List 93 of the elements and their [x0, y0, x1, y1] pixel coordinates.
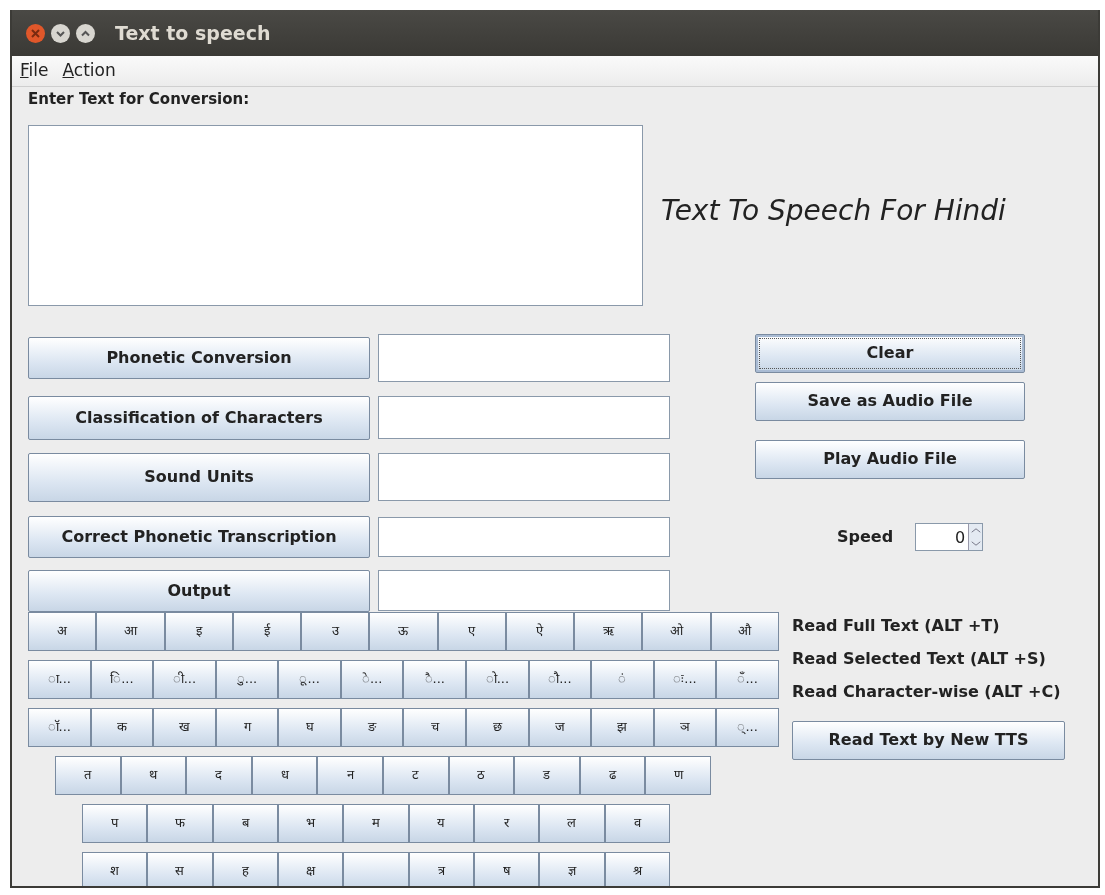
key-button[interactable]: स	[147, 851, 213, 886]
key-button[interactable]: श	[82, 851, 148, 886]
spinner-value: 0	[953, 526, 967, 549]
shortcut-label: Read Full Text (ALT +T)	[792, 614, 1001, 637]
key-button[interactable]: ऊ	[369, 611, 438, 651]
key-button[interactable]: भ	[278, 803, 344, 843]
key-button[interactable]: ◌े...	[340, 659, 404, 699]
output-field[interactable]	[378, 453, 670, 501]
output-field[interactable]	[378, 516, 670, 557]
key-button[interactable]: ◌ो...	[466, 659, 529, 699]
key-button[interactable]: ष	[473, 851, 540, 886]
key-button[interactable]: ञ	[653, 707, 717, 747]
key-button[interactable]: ह	[212, 851, 278, 886]
key-button[interactable]: ण	[645, 755, 711, 795]
output-field[interactable]	[378, 333, 670, 382]
key-button[interactable]: ज्ञ	[539, 851, 605, 886]
conversion-button[interactable]: Phonetic Conversion	[28, 336, 370, 379]
key-button[interactable]: ज	[528, 707, 592, 747]
key-button[interactable]: ◌ं	[591, 659, 654, 699]
key-button[interactable]: आ	[96, 611, 165, 651]
menu-item[interactable]: File	[20, 58, 49, 84]
key-button[interactable]: ग	[215, 707, 279, 747]
key-button[interactable]: श्र	[604, 851, 670, 886]
key-button[interactable]: झ	[591, 707, 654, 747]
speed-spinner[interactable]: 0	[915, 522, 984, 551]
key-button[interactable]: ख	[153, 707, 216, 747]
key-button[interactable]: ब	[212, 803, 278, 843]
speed-label: Speed	[837, 525, 894, 548]
key-button[interactable]: फ	[147, 803, 213, 843]
text-input[interactable]	[28, 124, 643, 306]
close-icon[interactable]	[26, 23, 45, 43]
key-button[interactable]: म	[343, 803, 409, 843]
key-button[interactable]: ड	[514, 755, 580, 795]
key-button[interactable]: ◌ु...	[215, 659, 279, 699]
key-button[interactable]: क	[90, 707, 154, 747]
key-button[interactable]: ◌ॉ...	[28, 707, 91, 747]
shortcut-label: Read Selected Text (ALT +S)	[792, 647, 1047, 670]
key-button[interactable]: न	[317, 755, 383, 795]
key-button[interactable]: औ	[710, 611, 779, 651]
key-button[interactable]: द	[186, 755, 252, 795]
menu-item[interactable]: Action	[62, 58, 116, 84]
window-title: Text to speech	[115, 20, 271, 46]
action-button[interactable]: Play Audio File	[755, 439, 1025, 479]
new-tts-button[interactable]: Read Text by New TTS	[792, 720, 1065, 760]
key-button[interactable]: घ	[278, 707, 341, 747]
output-field[interactable]	[378, 396, 670, 439]
key-button[interactable]: ए	[437, 611, 506, 651]
heading: Text To Speech For Hindi	[661, 193, 1006, 229]
key-button[interactable]: त्र	[408, 851, 474, 886]
key-button[interactable]: ङ	[340, 707, 404, 747]
minimize-icon[interactable]	[51, 23, 70, 43]
key-button[interactable]: ◌ि...	[90, 659, 154, 699]
key-button[interactable]: ◌ः...	[653, 659, 717, 699]
key-button[interactable]: र	[473, 803, 540, 843]
spin-up-icon[interactable]	[968, 523, 983, 537]
conversion-button[interactable]: Output	[28, 569, 370, 612]
key-button[interactable]: ठ	[448, 755, 515, 795]
key-button[interactable]: य	[408, 803, 474, 843]
key-button[interactable]: इ	[164, 611, 233, 651]
key-button[interactable]: त	[55, 755, 121, 795]
key-button[interactable]: ढ	[579, 755, 646, 795]
key-button[interactable]	[343, 851, 409, 886]
field-label: Enter Text for Conversion:	[28, 89, 251, 110]
key-button[interactable]: ◌ा...	[28, 659, 91, 699]
key-button[interactable]: ◌ँ...	[716, 659, 779, 699]
key-button[interactable]: प	[82, 803, 148, 843]
key-button[interactable]: उ	[301, 611, 370, 651]
key-button[interactable]: अ	[28, 611, 97, 651]
key-button[interactable]: ऋ	[574, 611, 643, 651]
action-button[interactable]: Clear	[755, 333, 1025, 373]
key-button[interactable]: ◌ौ...	[528, 659, 592, 699]
conversion-button[interactable]: Classification of Characters	[28, 395, 370, 440]
maximize-icon[interactable]	[76, 23, 95, 43]
key-button[interactable]: ओ	[642, 611, 711, 651]
key-button[interactable]: ◌्...	[716, 707, 779, 747]
key-button[interactable]: ◌ी...	[153, 659, 216, 699]
key-button[interactable]: ध	[251, 755, 318, 795]
key-button[interactable]: क्ष	[278, 851, 344, 886]
key-button[interactable]: च	[403, 707, 467, 747]
conversion-button[interactable]: Correct Phonetic Transcription	[28, 515, 370, 558]
key-button[interactable]: छ	[466, 707, 529, 747]
output-field[interactable]	[378, 570, 670, 611]
key-button[interactable]: ऐ	[505, 611, 575, 651]
conversion-button[interactable]: Sound Units	[28, 452, 370, 502]
key-button[interactable]: ई	[232, 611, 302, 651]
key-button[interactable]: थ	[120, 755, 187, 795]
shortcut-label: Read Character-wise (ALT +C)	[792, 680, 1062, 703]
key-button[interactable]: व	[604, 803, 670, 843]
key-button[interactable]: ◌ै...	[403, 659, 467, 699]
key-button[interactable]: ◌ू...	[278, 659, 341, 699]
key-button[interactable]: ल	[539, 803, 605, 843]
action-button[interactable]: Save as Audio File	[755, 381, 1025, 421]
key-button[interactable]: ट	[382, 755, 449, 795]
